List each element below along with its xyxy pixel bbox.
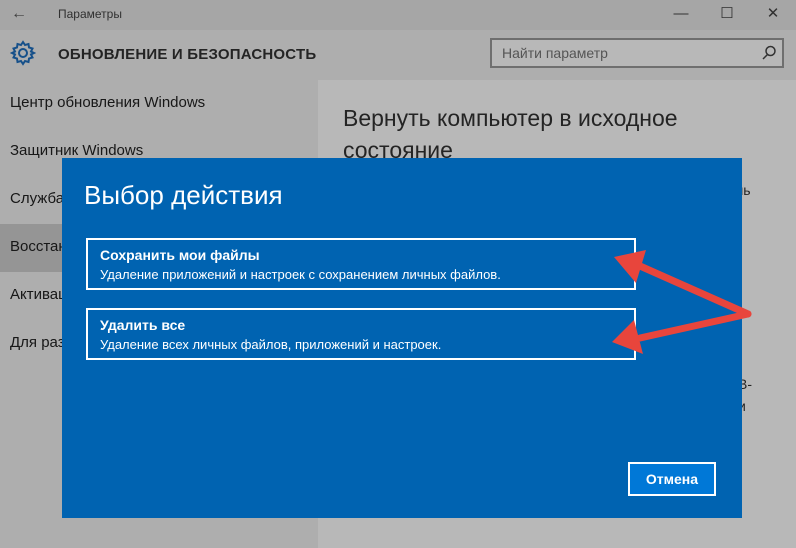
option-description: Удаление всех личных файлов, приложений …: [100, 337, 442, 352]
option-title: Сохранить мои файлы: [100, 247, 260, 263]
keep-my-files-option[interactable]: Сохранить мои файлы Удаление приложений …: [86, 238, 636, 290]
cancel-button[interactable]: Отмена: [628, 462, 716, 496]
remove-everything-option[interactable]: Удалить все Удаление всех личных файлов,…: [86, 308, 636, 360]
dialog-title: Выбор действия: [84, 180, 283, 210]
option-title: Удалить все: [100, 317, 186, 333]
choose-action-dialog: Выбор действия Сохранить мои файлы Удале…: [62, 158, 742, 518]
option-description: Удаление приложений и настроек с сохране…: [100, 267, 501, 282]
